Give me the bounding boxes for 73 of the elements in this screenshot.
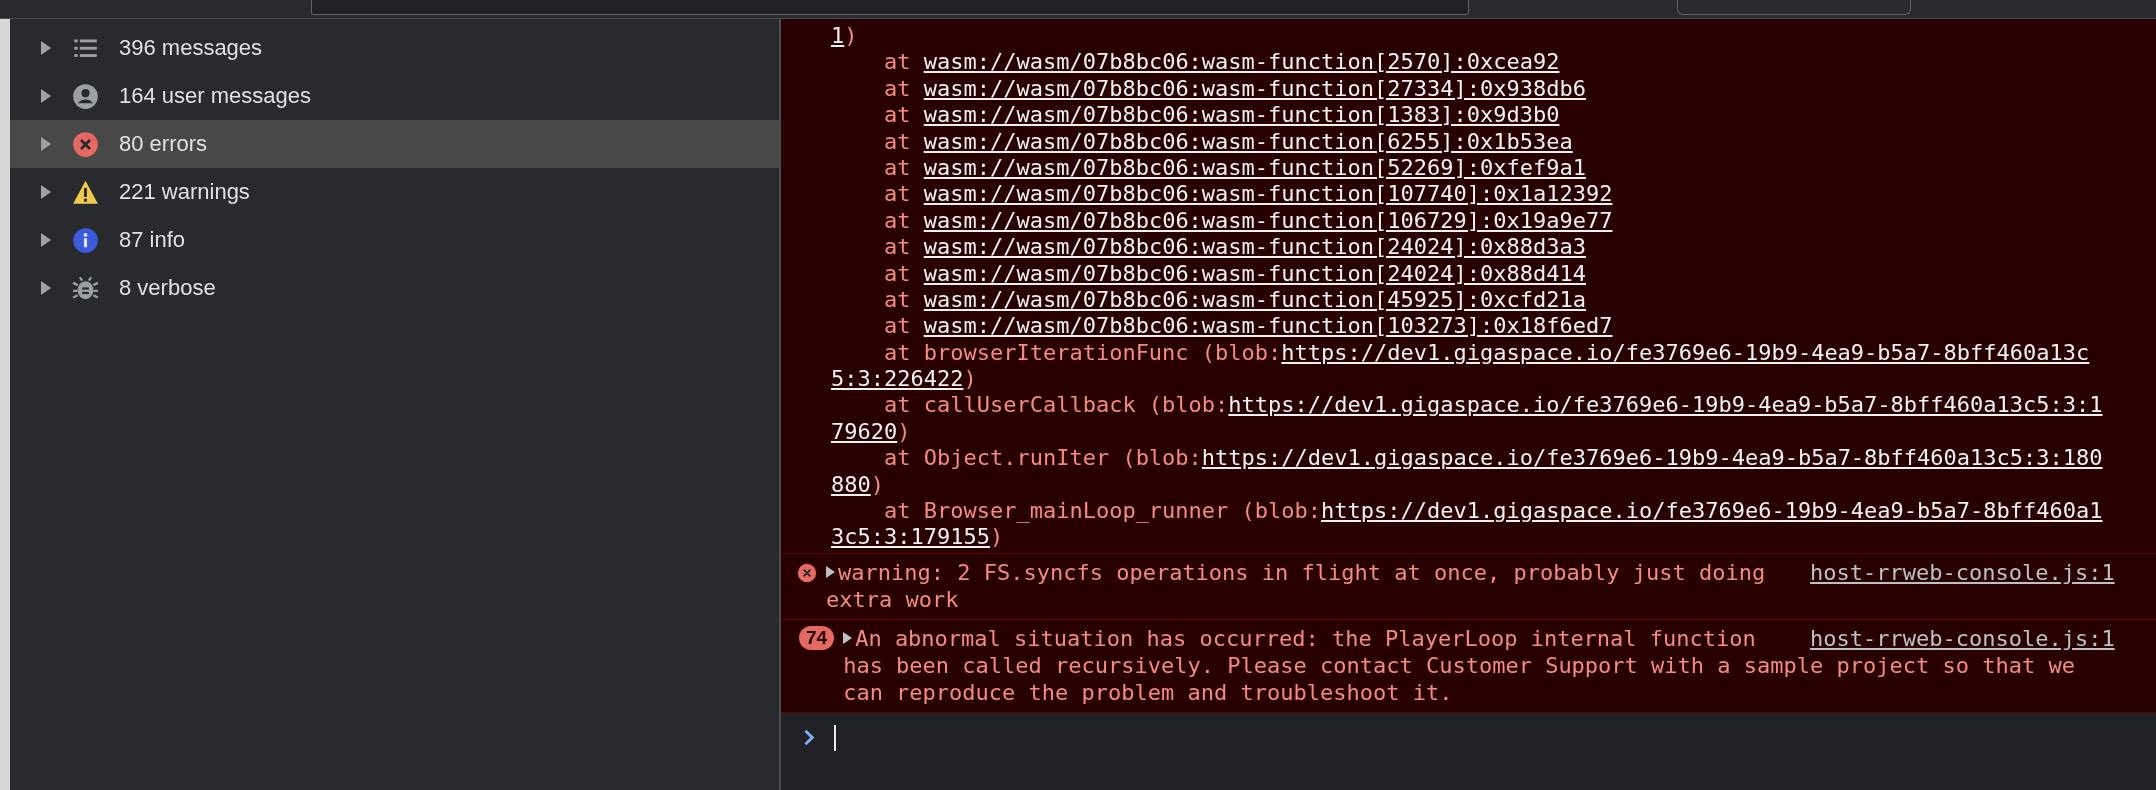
- source-link[interactable]: host-rrweb-console.js:1: [1810, 558, 2115, 586]
- stack-text: at: [883, 49, 912, 75]
- bug-icon: [72, 274, 99, 302]
- sidebar-item[interactable]: 8 verbose: [10, 264, 779, 312]
- stack-link[interactable]: wasm://wasm/07b8bc06:wasm-function[45925]:0xcfd21a: [923, 286, 1586, 312]
- stack-text: ): [989, 524, 1004, 550]
- stack-text: ): [963, 366, 977, 392]
- sidebar-item[interactable]: 80 errors: [10, 120, 779, 168]
- expand-icon[interactable]: [41, 281, 51, 295]
- stack-text: at: [883, 234, 912, 260]
- repeat-count-badge: 74: [799, 625, 835, 650]
- sidebar-label: 221 warnings: [119, 179, 250, 205]
- stack-text: at: [883, 181, 912, 207]
- error-icon: [72, 130, 99, 158]
- stack-text: at: [883, 154, 912, 180]
- stack-text: at: [883, 313, 912, 339]
- message-text: An abnormal situation has occurred: the PlayerLoop internal function: [855, 624, 1756, 652]
- sidebar-item[interactable]: 164 user messages: [10, 72, 779, 120]
- stack-link[interactable]: wasm://wasm/07b8bc06:wasm-function[103273]:0x18f6ed7: [923, 313, 1613, 339]
- sidebar-label: 8 verbose: [119, 275, 216, 301]
- sidebar-label: 87 info: [119, 227, 186, 253]
- stack-link[interactable]: wasm://wasm/07b8bc06:wasm-function[6255]:0x1b53ea: [923, 128, 1573, 154]
- issues-button[interactable]: [1677, 0, 1911, 15]
- stack-link[interactable]: wasm://wasm/07b8bc06:wasm-function[1383]:0x9d3b0: [923, 102, 1560, 128]
- stack-link[interactable]: 5:3:226422: [831, 366, 964, 392]
- sidebar-label: 396 messages: [119, 35, 263, 61]
- stack-text: at: [883, 260, 912, 286]
- stack-text: at browserIterationFunc (blob:: [883, 339, 1282, 365]
- stack-text: at: [883, 102, 912, 128]
- stack-text: at: [883, 75, 912, 101]
- stack-text: ): [844, 23, 858, 48]
- stack-link[interactable]: wasm://wasm/07b8bc06:wasm-function[27334]:0x938db6: [923, 75, 1586, 101]
- stack-link[interactable]: 3c5:3:179155: [831, 524, 990, 550]
- warning-icon: [72, 178, 99, 206]
- info-icon: [72, 226, 99, 254]
- stack-link[interactable]: 79620: [831, 418, 898, 444]
- stack-link[interactable]: 1: [831, 23, 845, 48]
- stack-link[interactable]: https://dev1.gigaspace.io/fe3769e6-19b9-4ea9-b5a7-8bff460a13c5:3:180: [1201, 445, 2103, 471]
- stack-link[interactable]: wasm://wasm/07b8bc06:wasm-function[107740]:0x1a12392: [923, 181, 1613, 207]
- stack-text: at callUserCallback (blob:: [883, 392, 1229, 418]
- stack-link[interactable]: wasm://wasm/07b8bc06:wasm-function[106729]:0x19a9e77: [923, 207, 1613, 233]
- user-icon: [72, 82, 99, 110]
- expand-icon[interactable]: [41, 185, 51, 199]
- message-text: has been called recursively. Please contact Customer Support with a sample project so that we can reproduce the problem and troubleshoot it.: [843, 651, 2076, 706]
- stack-text: ): [870, 471, 884, 497]
- stack-link[interactable]: https://dev1.gigaspace.io/fe3769e6-19b9-4ea9-b5a7-8bff460a13c5:3:1: [1228, 392, 2103, 418]
- message-text: warning: 2 FS.syncfs operations in flight at once, probably just doing: [838, 558, 1766, 586]
- stack-text: at: [883, 128, 912, 154]
- source-link[interactable]: host-rrweb-console.js:1: [1810, 624, 2115, 652]
- stack-link[interactable]: wasm://wasm/07b8bc06:wasm-function[2570]:0xcea92: [923, 49, 1560, 75]
- stack-text: at Browser_mainLoop_runner (blob:: [883, 498, 1322, 524]
- stack-link[interactable]: wasm://wasm/07b8bc06:wasm-function[52269]:0xfef9a1: [923, 154, 1586, 180]
- stack-link[interactable]: wasm://wasm/07b8bc06:wasm-function[24024]:0x88d3a3: [923, 234, 1586, 260]
- sidebar-item[interactable]: 396 messages: [10, 24, 779, 72]
- stack-link[interactable]: wasm://wasm/07b8bc06:wasm-function[24024]:0x88d414: [923, 260, 1586, 286]
- stack-text: at Object.runIter (blob:: [883, 445, 1202, 471]
- expand-icon[interactable]: [41, 89, 51, 103]
- stack-text: at: [883, 207, 912, 233]
- expand-icon[interactable]: [41, 41, 51, 55]
- sidebar-label: 80 errors: [119, 131, 208, 157]
- error-icon: [797, 562, 817, 583]
- expand-icon[interactable]: [41, 233, 51, 247]
- message-text: extra work: [826, 585, 960, 613]
- sidebar-item[interactable]: 87 info: [10, 216, 779, 264]
- stack-link[interactable]: 880: [831, 471, 871, 497]
- sidebar-label: 164 user messages: [119, 83, 311, 109]
- stack-text: at: [883, 286, 912, 312]
- expand-icon[interactable]: [843, 632, 853, 645]
- stack-link[interactable]: https://dev1.gigaspace.io/fe3769e6-19b9-4ea9-b5a7-8bff460a13c: [1281, 339, 2090, 365]
- stack-link[interactable]: https://dev1.gigaspace.io/fe3769e6-19b9-4ea9-b5a7-8bff460a1: [1321, 498, 2103, 524]
- stack-text: ): [897, 418, 911, 444]
- expand-icon[interactable]: [826, 566, 835, 579]
- sidebar-item[interactable]: 221 warnings: [10, 168, 779, 216]
